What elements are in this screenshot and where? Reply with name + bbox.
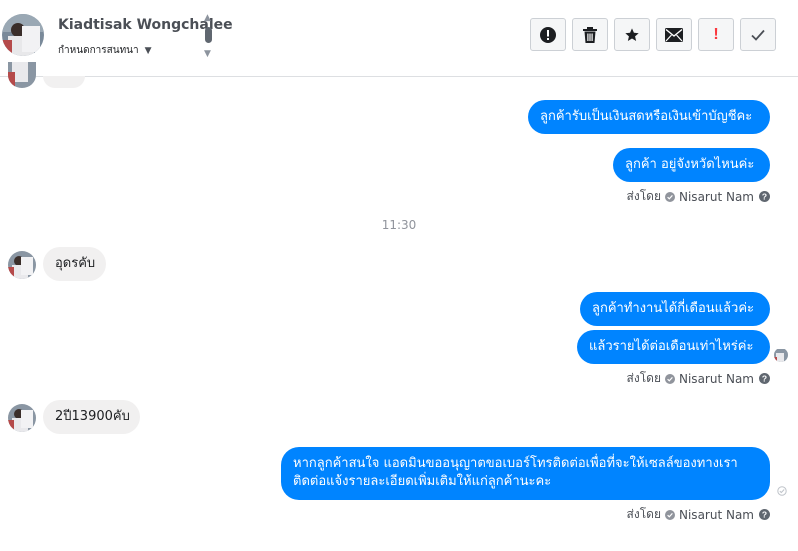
caret-down-icon: ▼ (144, 45, 152, 56)
scroll-down-icon[interactable]: ▼ (204, 50, 211, 59)
trash-icon (583, 26, 597, 43)
checkmark-icon (751, 29, 765, 41)
sent-by-line: ส่งโดย Nisarut Nam ? (627, 369, 770, 388)
message-line: หากลูกค้าสนใจ แอดมินขออนุญาตขอเบอร์โทรติ… (293, 456, 738, 471)
spam-button[interactable] (530, 18, 566, 51)
help-icon[interactable]: ? (759, 509, 770, 520)
sent-by-line: ส่งโดย Nisarut Nam ? (627, 505, 770, 524)
timestamp-divider: 11:30 (381, 218, 417, 232)
message-bubble-incoming: 2ปี13900คับ (43, 400, 140, 434)
sent-by-label: ส่งโดย (626, 189, 661, 203)
conversation-stage-dropdown[interactable]: กำหนดการสนทนา ▼ (58, 43, 152, 58)
sent-by-line: ส่งโดย Nisarut Nam ? (627, 187, 770, 206)
conversation-toolbar: ! (530, 18, 776, 51)
alert-icon (540, 26, 556, 43)
checkmark-circle-icon (665, 373, 675, 384)
help-icon[interactable]: ? (759, 373, 770, 384)
checkmark-circle-icon (665, 509, 675, 520)
message-bubble-outgoing: ลูกค้า อยู่จังหวัดไหนค่ะ (613, 148, 770, 182)
customer-avatar (8, 404, 36, 432)
svg-text:?: ? (762, 374, 767, 384)
important-button[interactable]: ! (698, 18, 734, 51)
message-bubble-outgoing: ลูกค้ารับเป็นเงินสดหรือเงินเข้าบัญชีคะ (528, 100, 770, 134)
sender-name[interactable]: Nisarut Nam (679, 372, 754, 386)
svg-text:?: ? (762, 510, 767, 520)
message-bubble-outgoing: หากลูกค้าสนใจ แอดมินขออนุญาตขอเบอร์โทรติ… (281, 447, 770, 500)
svg-text:?: ? (762, 192, 767, 202)
sent-by-label: ส่งโดย (626, 371, 661, 385)
sender-name[interactable]: Nisarut Nam (679, 190, 754, 204)
customer-avatar (8, 251, 36, 279)
exclamation-icon: ! (713, 25, 719, 43)
message-line: ติดต่อแจ้งรายละเอียดเพิ่มเติมให้แก่ลูกค้… (293, 474, 552, 489)
conversation-header: Kiadtisak Wongchalee กำหนดการสนทนา ▼ ▲ ▼… (0, 0, 798, 77)
mark-unread-button[interactable] (656, 18, 692, 51)
customer-avatar (8, 62, 36, 88)
scroll-up-icon[interactable]: ▲ (204, 14, 211, 23)
message-bubble-outgoing: แล้วรายได้ต่อเดือนเท่าไหร่ค่ะ (577, 330, 770, 364)
sent-by-label: ส่งโดย (626, 507, 661, 521)
help-icon[interactable]: ? (759, 191, 770, 202)
header-scrollbar[interactable]: ▲ ▼ (203, 12, 215, 60)
delete-button[interactable] (572, 18, 608, 51)
message-bubble-outgoing: ลูกค้าทำงานได้กี่เดือนแล้วค่ะ (580, 292, 770, 326)
scroll-thumb[interactable] (205, 27, 212, 43)
seen-indicator-avatar (774, 348, 788, 362)
sender-name[interactable]: Nisarut Nam (679, 508, 754, 522)
sent-status-icon (777, 486, 787, 496)
contact-avatar[interactable] (2, 14, 44, 56)
checkmark-circle-icon (665, 191, 675, 202)
message-bubble-incoming-partial (43, 76, 85, 88)
star-icon (625, 27, 639, 41)
star-button[interactable] (614, 18, 650, 51)
message-bubble-incoming: อุดรคับ (43, 247, 106, 281)
envelope-icon (665, 27, 683, 42)
stage-label: กำหนดการสนทนา (58, 45, 139, 56)
done-button[interactable] (740, 18, 776, 51)
